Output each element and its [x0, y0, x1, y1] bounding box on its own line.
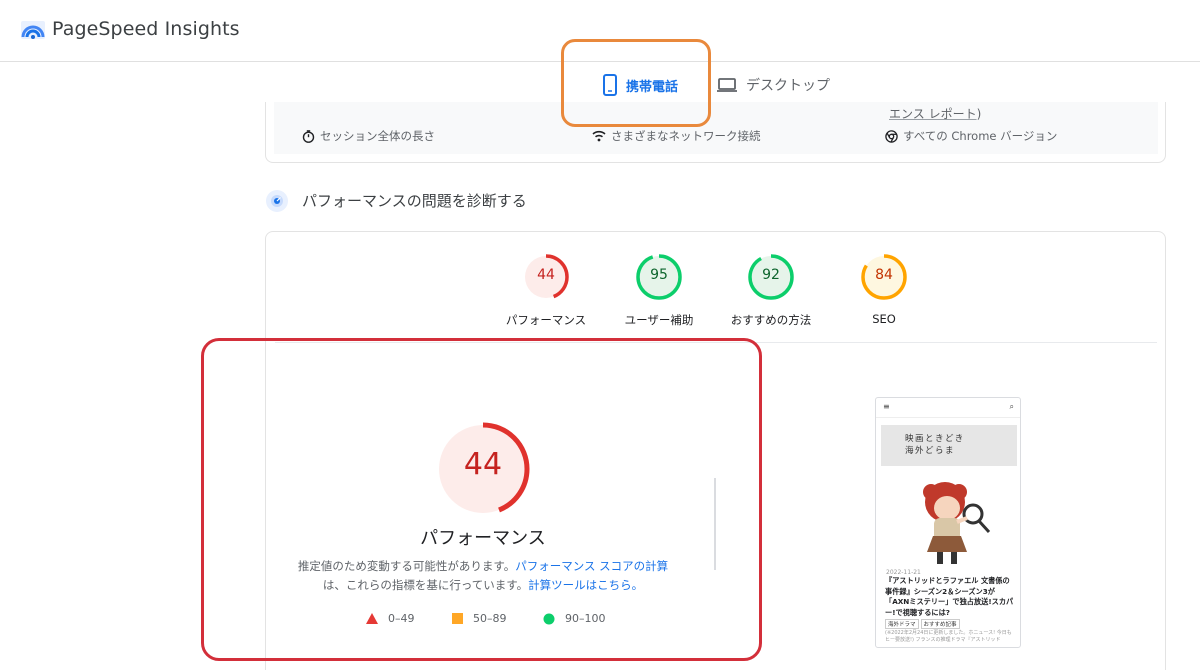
gauge-accessibility[interactable]: 95 ユーザー補助	[614, 253, 704, 328]
triangle-icon	[366, 613, 378, 624]
crux-item-label: さまざまなネットワーク接続	[611, 129, 761, 143]
desc-text: 推定値のため変動する可能性があります。	[297, 559, 516, 573]
gauge-score: 95	[650, 267, 668, 283]
section-title: パフォーマンスの問題を診断する	[302, 192, 527, 210]
legend-range: 50–89	[473, 612, 507, 625]
thumb-post-date: 2022-11-21	[886, 569, 921, 576]
gauge-seo[interactable]: 84 SEO	[839, 253, 929, 326]
legend-fail: 0–49	[366, 612, 415, 625]
circle-icon	[543, 613, 555, 624]
field-data-card: エンス レポート) セッション全体の長さ さまざまなネットワーク接続 すべての …	[265, 102, 1166, 163]
gauge-label: ユーザー補助	[624, 313, 694, 327]
lighthouse-icon	[266, 190, 288, 212]
legend-pass: 90–100	[543, 612, 606, 625]
legend-average: 50–89	[452, 612, 507, 625]
gauge-score: 44	[537, 267, 555, 283]
gauge-label: おすすめの方法	[730, 313, 812, 327]
pagespeed-page: PageSpeed Insights 携帯電話 デスクトップ エンス レポート)	[0, 0, 1200, 670]
performance-score: 44	[463, 447, 503, 482]
legend-range: 0–49	[388, 612, 415, 625]
tab-desktop-label: デスクトップ	[746, 78, 830, 94]
gauge-performance[interactable]: 44 パフォーマンス	[501, 253, 591, 328]
detective-illustration-image	[923, 482, 991, 564]
thumb-header: ≡ ⌕	[876, 398, 1020, 418]
thumb-tag: おすすめ記事	[920, 619, 960, 629]
desc-text: は、これらの指標を基に行っています。	[322, 578, 529, 592]
crux-item-label: セッション全体の長さ	[320, 129, 435, 143]
pagespeed-logo-icon[interactable]	[20, 17, 46, 43]
crux-report-link[interactable]: エンス レポート)	[889, 105, 981, 122]
gauge-best-practices[interactable]: 92 おすすめの方法	[726, 253, 816, 328]
performance-title: パフォーマンス	[420, 528, 546, 549]
menu-icon: ≡	[883, 402, 890, 411]
smartphone-icon	[603, 74, 617, 96]
score-calc-link[interactable]: パフォーマンス スコアの計算	[515, 559, 668, 573]
field-data-footer: エンス レポート) セッション全体の長さ さまざまなネットワーク接続 すべての …	[274, 102, 1158, 154]
thumb-site-banner: 映画ときどき 海外どらま	[881, 425, 1017, 466]
search-icon: ⌕	[1009, 402, 1014, 411]
chrome-icon	[885, 129, 898, 143]
tab-mobile-label: 携帯電話	[626, 79, 679, 95]
page-screenshot-thumbnail: ≡ ⌕ 映画ときどき 海外どらま 2022-11-21 『アストリッドとラファエル…	[875, 397, 1021, 648]
thumb-site-name: 映画ときどき 海外どらま	[905, 434, 965, 456]
thumb-tags: 海外ドラマ おすすめ記事	[885, 619, 962, 629]
lighthouse-results-card	[265, 231, 1166, 670]
wifi-icon	[592, 130, 606, 142]
gauge-label: パフォーマンス	[505, 313, 587, 327]
crux-item-network: さまざまなネットワーク接続	[592, 128, 761, 144]
calculator-link[interactable]: 計算ツールはこちら。	[528, 578, 643, 592]
app-title[interactable]: PageSpeed Insights	[52, 18, 240, 40]
score-description: 推定値のため変動する可能性があります。パフォーマンス スコアの計算 は、これらの…	[290, 557, 676, 595]
laptop-icon	[717, 78, 737, 92]
divider	[714, 478, 716, 570]
app-header: PageSpeed Insights	[0, 0, 1200, 62]
crux-item-session: セッション全体の長さ	[302, 128, 435, 144]
divider	[275, 342, 1157, 343]
thumb-excerpt: (※2022年2月24日に更新しました。ホニュース! 今日もヒー要放送!) フラ…	[885, 630, 1012, 643]
thumb-tag: 海外ドラマ	[885, 619, 919, 629]
legend-range: 90–100	[565, 612, 606, 625]
timer-icon	[302, 129, 315, 143]
gauge-score: 84	[875, 267, 893, 283]
gauge-score: 92	[762, 267, 780, 283]
thumb-headline: 『アストリッドとラファエル 文書係の事件録』シーズン2＆シーズン3が「AXNミス…	[885, 576, 1014, 617]
gauge-label: SEO	[872, 312, 896, 326]
crux-item-chrome: すべての Chrome バージョン	[885, 128, 1057, 144]
crux-item-label: すべての Chrome バージョン	[903, 129, 1058, 143]
square-icon	[452, 613, 463, 624]
